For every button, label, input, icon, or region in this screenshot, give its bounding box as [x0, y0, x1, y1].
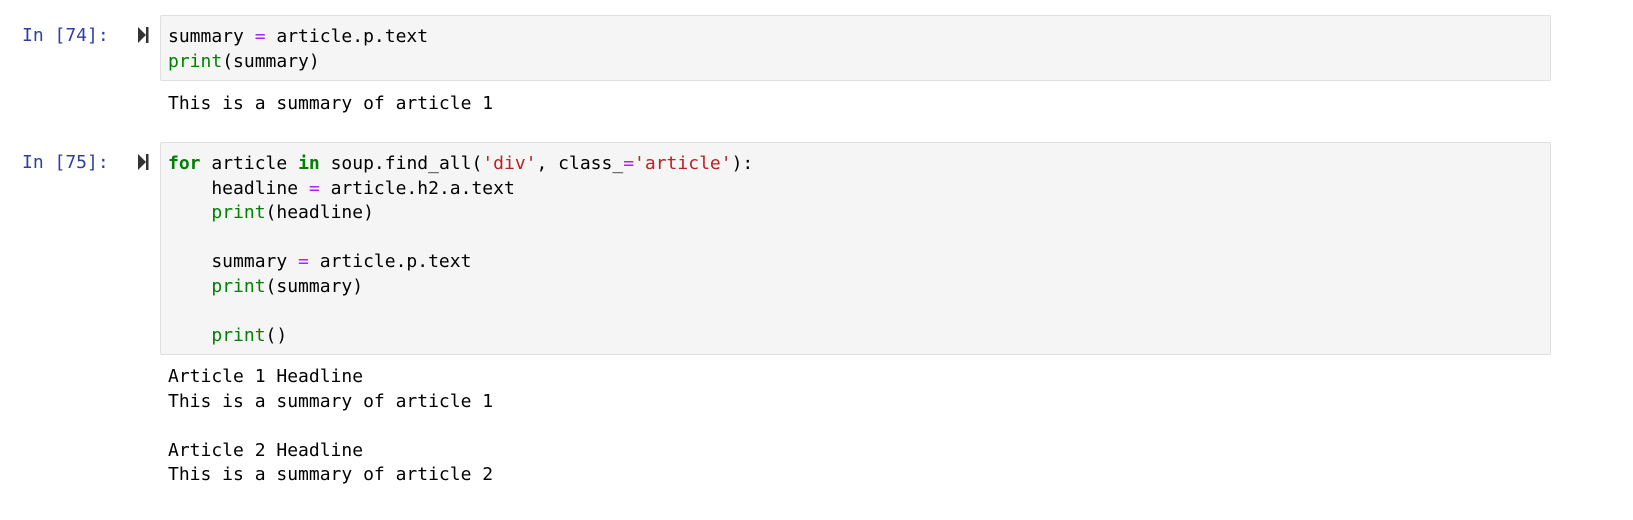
run-cell-button[interactable]: [136, 24, 154, 48]
run-cell-icon: [138, 27, 149, 43]
code-token: for: [168, 153, 201, 174]
code-token: summary: [168, 26, 255, 47]
code-token: (headline): [265, 202, 374, 223]
code-token: (summary): [265, 275, 364, 297]
code-line: print(summary): [168, 275, 1550, 300]
output-line: Article 1 Headline: [168, 366, 364, 387]
code-token: article: [200, 153, 299, 174]
output-line: Article 2 Headline: [168, 439, 364, 461]
code-token: =: [254, 26, 266, 47]
code-token: print: [168, 50, 223, 72]
code-input[interactable]: summary = article.p.text print(summary): [160, 15, 1551, 81]
code-line: summary = article.p.text: [168, 250, 1550, 275]
run-cell-icon: [138, 154, 149, 170]
code-token: (summary): [222, 50, 320, 72]
output-line: This is a summary of article 1: [168, 390, 494, 412]
code-input[interactable]: for article in soup.find_all('div', clas…: [160, 142, 1551, 355]
code-token: 'article': [634, 153, 732, 174]
output-line: This is a summary of article 1: [168, 93, 494, 114]
cell-output: Article 1 Headline This is a summary of a…: [168, 365, 493, 488]
cell-prompt: In [75]:: [22, 152, 109, 173]
code-token: ):: [731, 153, 754, 174]
code-token: article.p.text: [265, 26, 429, 47]
code-token: headline: [168, 177, 309, 199]
code-token: =: [298, 251, 309, 272]
code-token: soup.find_all(: [319, 153, 483, 174]
code-token: 'div': [482, 153, 537, 174]
code-line: for article in soup.find_all('div', clas…: [168, 152, 1550, 177]
code-token: print: [211, 275, 266, 297]
code-token: (): [265, 324, 288, 346]
code-token: =: [308, 177, 320, 199]
cell-output: This is a summary of article 1: [168, 92, 493, 117]
code-token: summary: [168, 251, 299, 272]
code-line: summary = article.p.text: [168, 25, 1550, 50]
run-cell-button[interactable]: [136, 151, 154, 175]
cell-prompt: In [74]:: [22, 25, 109, 46]
code-line: print(summary): [168, 50, 1550, 75]
output-line: This is a summary of article 2: [168, 464, 494, 485]
code-line: headline = article.h2.a.text: [168, 177, 1550, 202]
code-token: in: [298, 153, 320, 174]
code-token: =: [623, 153, 635, 174]
code-token: print: [211, 202, 266, 223]
code-token: article.p.text: [308, 251, 472, 272]
code-token: print: [211, 324, 266, 346]
code-line: print(headline): [168, 201, 1550, 226]
code-line: print(): [168, 324, 1550, 349]
code-token: , class_: [536, 153, 624, 174]
code-token: article.h2.a.text: [319, 177, 515, 199]
